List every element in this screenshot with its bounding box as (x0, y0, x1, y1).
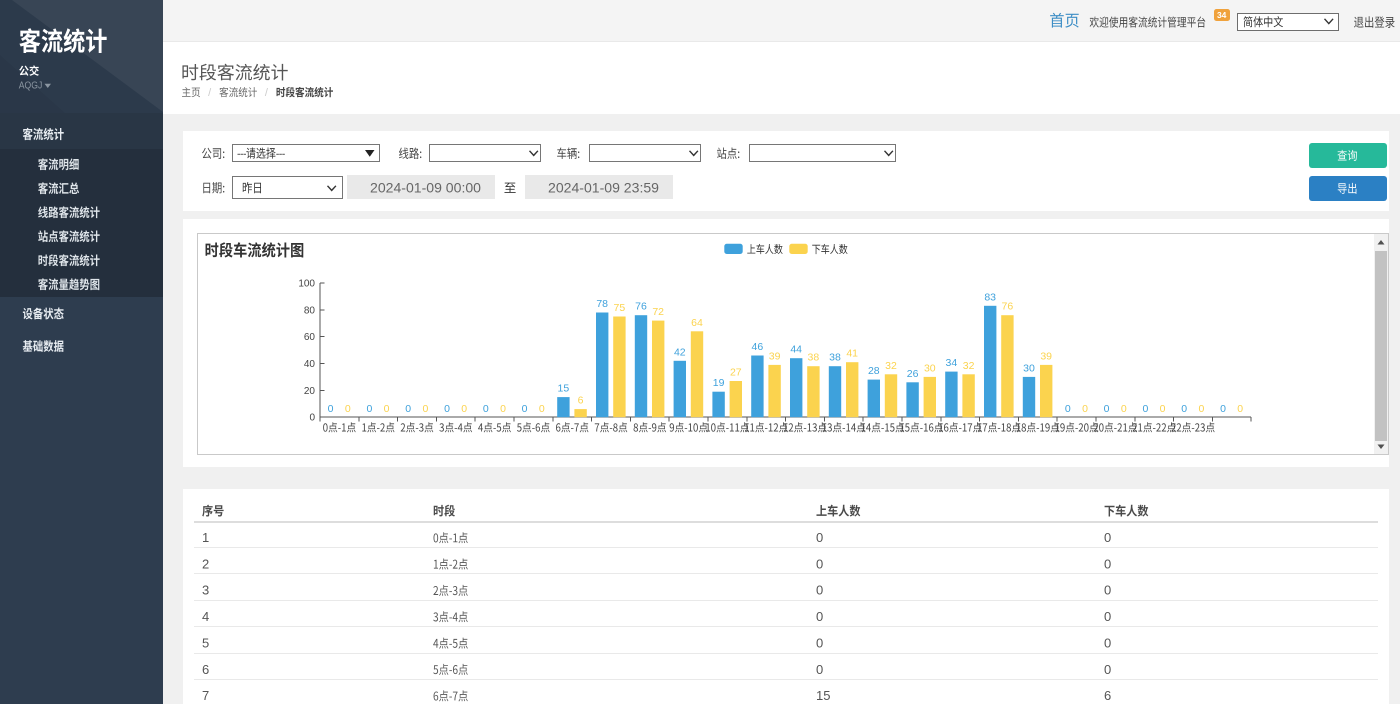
svg-text:0: 0 (345, 403, 351, 415)
svg-text:30: 30 (924, 362, 936, 374)
svg-text:4: 4 (202, 609, 209, 624)
svg-text:60: 60 (304, 332, 316, 343)
svg-text:0: 0 (384, 403, 390, 415)
svg-text:15: 15 (816, 688, 830, 703)
svg-text:0: 0 (483, 403, 489, 415)
svg-text:72: 72 (652, 306, 664, 318)
svg-text:0: 0 (422, 403, 428, 415)
svg-text:0: 0 (405, 403, 411, 415)
svg-text:75: 75 (614, 302, 626, 314)
svg-text:46: 46 (752, 341, 764, 353)
svg-text:0: 0 (1104, 662, 1111, 677)
svg-text:39: 39 (769, 350, 781, 362)
svg-text:0: 0 (522, 403, 528, 415)
svg-text:0: 0 (1198, 403, 1204, 415)
svg-text:76: 76 (635, 301, 647, 313)
svg-text:30: 30 (1023, 362, 1035, 374)
svg-text:0: 0 (1104, 403, 1110, 415)
svg-text:0: 0 (1065, 403, 1071, 415)
svg-text:6: 6 (578, 395, 584, 407)
svg-text:20: 20 (304, 386, 316, 397)
svg-text:0: 0 (500, 403, 506, 415)
svg-text:15: 15 (558, 383, 570, 395)
svg-text:2024-01-09 00:00: 2024-01-09 00:00 (370, 180, 481, 196)
svg-text:0: 0 (328, 403, 334, 415)
svg-text:34: 34 (946, 357, 958, 369)
svg-text:27: 27 (730, 367, 742, 379)
svg-text:/: / (265, 87, 269, 99)
svg-text:44: 44 (790, 344, 802, 356)
svg-text:0: 0 (1121, 403, 1127, 415)
svg-text:0: 0 (1082, 403, 1088, 415)
svg-text:3: 3 (202, 583, 209, 598)
svg-text:0: 0 (1142, 403, 1148, 415)
svg-text:83: 83 (984, 291, 996, 303)
svg-text:80: 80 (304, 305, 316, 316)
svg-text:0: 0 (1104, 556, 1111, 571)
svg-text:0: 0 (1181, 403, 1187, 415)
svg-text:7: 7 (202, 688, 209, 703)
svg-text:2024-01-09 23:59: 2024-01-09 23:59 (548, 180, 659, 196)
svg-text:6: 6 (1104, 688, 1111, 703)
svg-text:0: 0 (1220, 403, 1226, 415)
svg-text:0: 0 (1104, 609, 1111, 624)
svg-text:42: 42 (674, 346, 686, 358)
svg-text:0: 0 (816, 556, 823, 571)
svg-text:0: 0 (1104, 530, 1111, 545)
svg-text:34: 34 (1217, 10, 1227, 20)
svg-text:64: 64 (691, 317, 703, 329)
svg-text:0: 0 (1160, 403, 1166, 415)
svg-text:0: 0 (1237, 403, 1243, 415)
svg-text:39: 39 (1040, 350, 1052, 362)
svg-text:76: 76 (1002, 301, 1014, 313)
svg-text:78: 78 (596, 298, 608, 310)
svg-text:41: 41 (846, 348, 858, 360)
svg-text:1: 1 (202, 530, 209, 545)
svg-text:/: / (208, 87, 212, 99)
svg-text:100: 100 (298, 279, 315, 290)
svg-text:28: 28 (868, 365, 880, 377)
svg-text:40: 40 (304, 359, 316, 370)
svg-text:38: 38 (829, 352, 841, 364)
svg-text:0: 0 (1104, 635, 1111, 650)
svg-text:AQGJ: AQGJ (19, 80, 43, 92)
svg-text:38: 38 (808, 352, 820, 364)
svg-text:0: 0 (816, 635, 823, 650)
svg-text:0: 0 (816, 530, 823, 545)
svg-text:19: 19 (713, 377, 725, 389)
svg-text:0: 0 (309, 413, 315, 424)
svg-text:0: 0 (461, 403, 467, 415)
svg-text:32: 32 (963, 360, 975, 372)
svg-text:0: 0 (366, 403, 372, 415)
svg-text:32: 32 (885, 360, 897, 372)
svg-text:5: 5 (202, 635, 209, 650)
svg-text:0: 0 (539, 403, 545, 415)
svg-text:2: 2 (202, 556, 209, 571)
svg-text:0: 0 (1104, 583, 1111, 598)
svg-text:26: 26 (907, 368, 919, 380)
svg-text:0: 0 (816, 609, 823, 624)
svg-text:0: 0 (444, 403, 450, 415)
svg-text:0: 0 (816, 583, 823, 598)
svg-text:6: 6 (202, 662, 209, 677)
svg-text:0: 0 (816, 662, 823, 677)
